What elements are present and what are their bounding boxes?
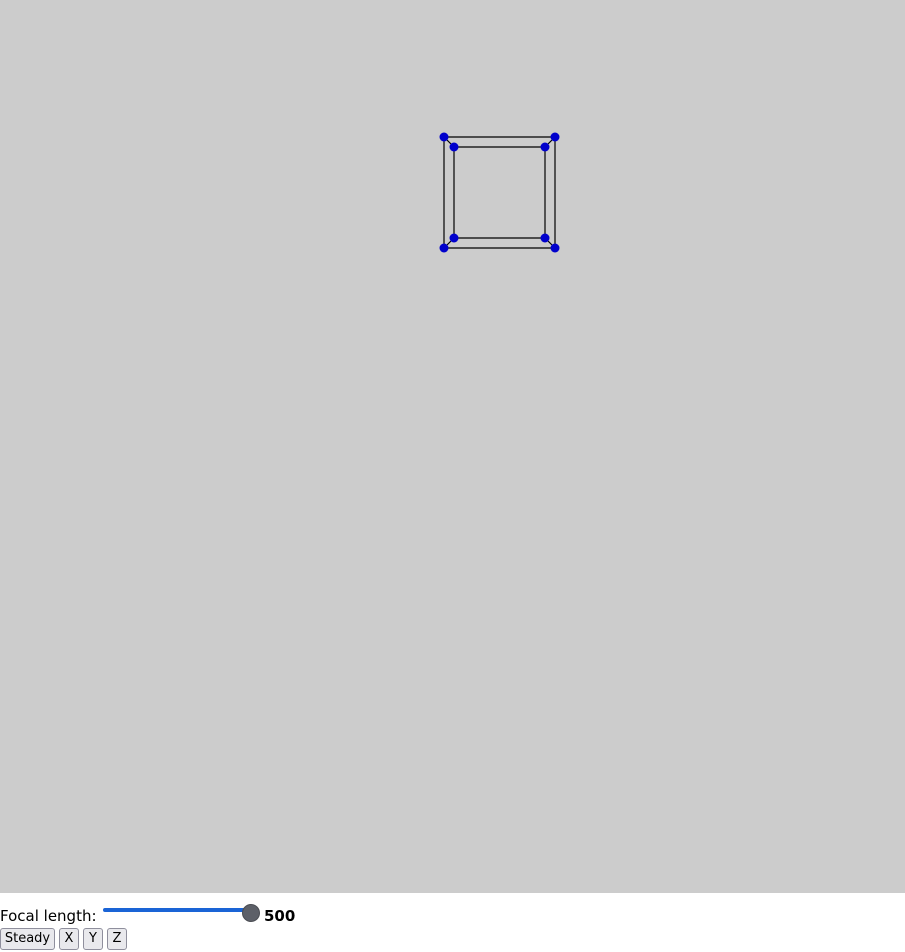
slider-thumb[interactable]	[242, 904, 260, 922]
focal-length-row: Focal length: 500	[0, 904, 905, 927]
rotate-y-button[interactable]: Y	[83, 928, 103, 950]
cube-vertex	[550, 132, 560, 142]
control-panel: Focal length: 500 Steady X Y Z	[0, 893, 905, 952]
rotate-x-button[interactable]: X	[59, 928, 79, 950]
render-canvas[interactable]	[0, 0, 905, 893]
focal-length-label: Focal length:	[0, 907, 97, 925]
cube-vertex	[540, 142, 550, 152]
focal-length-slider[interactable]	[103, 904, 260, 922]
cube-vertex	[540, 233, 550, 243]
cube-vertex	[439, 132, 449, 142]
rotate-z-button[interactable]: Z	[107, 928, 127, 950]
cube-vertex	[449, 233, 459, 243]
cube-wireframe	[439, 132, 560, 253]
focal-length-value: 500	[264, 907, 296, 925]
cube-vertex	[550, 243, 560, 253]
cube-vertex	[439, 243, 449, 253]
cube-vertex	[449, 142, 459, 152]
steady-button[interactable]: Steady	[0, 928, 55, 950]
